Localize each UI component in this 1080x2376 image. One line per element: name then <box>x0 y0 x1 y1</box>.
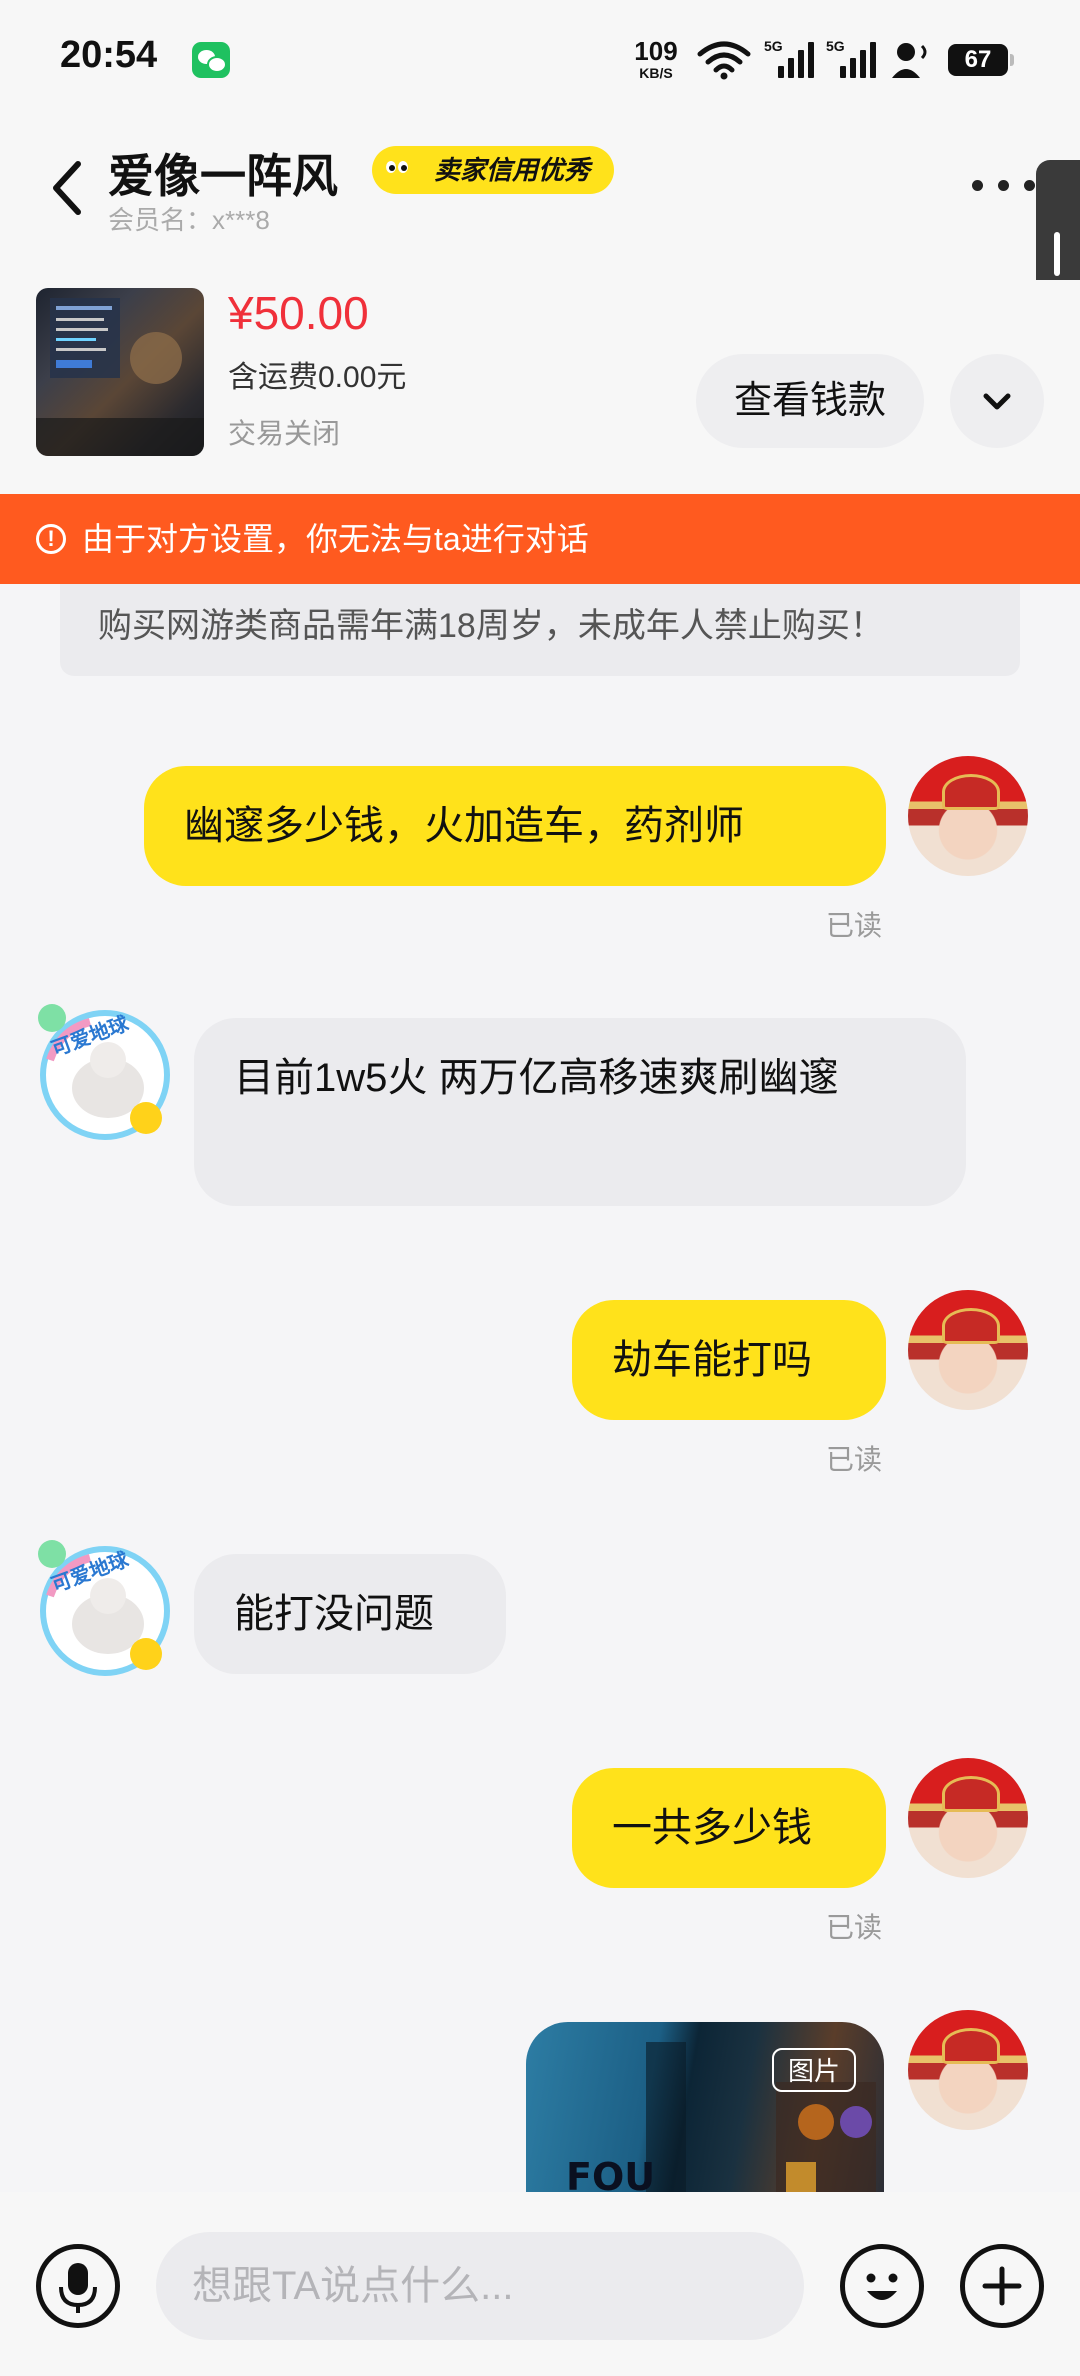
message-bubble-received[interactable]: 能打没问题 <box>194 1554 506 1674</box>
microphone-icon <box>59 2263 97 2313</box>
wifi-icon <box>697 41 751 80</box>
more-icon[interactable] <box>970 168 1038 200</box>
svg-text:FOU: FOU <box>566 2155 655 2192</box>
fish-mascot-icon <box>382 154 412 184</box>
my-avatar[interactable] <box>908 1758 1028 1878</box>
person-audio-icon <box>892 43 927 78</box>
network-speed: 109 KB/S <box>628 38 684 80</box>
page-title: 爱像一阵风 <box>108 150 338 202</box>
chevron-down-icon <box>983 393 1011 410</box>
message-bubble-sent[interactable]: 劫车能打吗 <box>572 1300 886 1420</box>
product-thumbnail[interactable] <box>36 288 204 456</box>
message-bubble-sent[interactable]: 一共多少钱 <box>572 1768 886 1888</box>
sim2-label: 5G <box>826 38 845 54</box>
my-avatar[interactable] <box>908 2010 1028 2130</box>
shipping-info: 含运费0.00元 <box>228 361 407 394</box>
view-payment-button[interactable]: 查看钱款 <box>696 354 924 448</box>
back-arrow-icon[interactable] <box>48 158 88 218</box>
network-speed-value: 109 <box>634 36 678 66</box>
wechat-icon <box>192 42 230 78</box>
network-speed-unit: KB/S <box>639 65 673 81</box>
expand-button[interactable] <box>950 354 1044 448</box>
emoji-icon <box>866 2273 898 2300</box>
read-receipt: 已读 <box>826 1444 883 1475</box>
plus-icon <box>982 2266 1022 2306</box>
plus-button[interactable] <box>960 2244 1044 2328</box>
message-bubble-received[interactable]: 目前1w5火 两万亿高移速爽刷幽邃 <box>194 1018 966 1206</box>
sim1-label: 5G <box>764 38 783 54</box>
purchase-notice-text: 购买网游类商品需年满18周岁，未成年人禁止购买！ <box>98 607 884 645</box>
signal-icon: 5G <box>826 38 876 78</box>
read-receipt: 已读 <box>826 1912 883 1943</box>
product-price: ¥50.00 <box>228 287 369 339</box>
image-tag-label: 图片 <box>772 2048 856 2092</box>
peer-avatar[interactable]: 可爱地球 <box>30 1000 180 1150</box>
warning-text: 由于对方设置，你无法与ta进行对话 <box>82 521 589 557</box>
trade-status: 交易关闭 <box>228 418 341 449</box>
my-avatar[interactable] <box>908 756 1028 876</box>
status-time: 20:54 <box>60 34 158 76</box>
message-bubble-sent[interactable]: 幽邃多少钱，火加造车，药剂师 <box>144 766 886 886</box>
signal-icon: 5G <box>764 38 814 78</box>
battery-icon: 67 <box>948 44 1014 76</box>
member-name: 会员名：x***8 <box>108 205 270 235</box>
message-input[interactable] <box>156 2232 804 2340</box>
peer-avatar[interactable]: 可爱地球 <box>30 1536 180 1686</box>
microphone-button[interactable] <box>36 2244 120 2328</box>
read-receipt: 已读 <box>826 910 883 941</box>
emoji-button[interactable] <box>840 2244 924 2328</box>
my-avatar[interactable] <box>908 1290 1028 1410</box>
warning-icon: ! <box>36 524 66 554</box>
